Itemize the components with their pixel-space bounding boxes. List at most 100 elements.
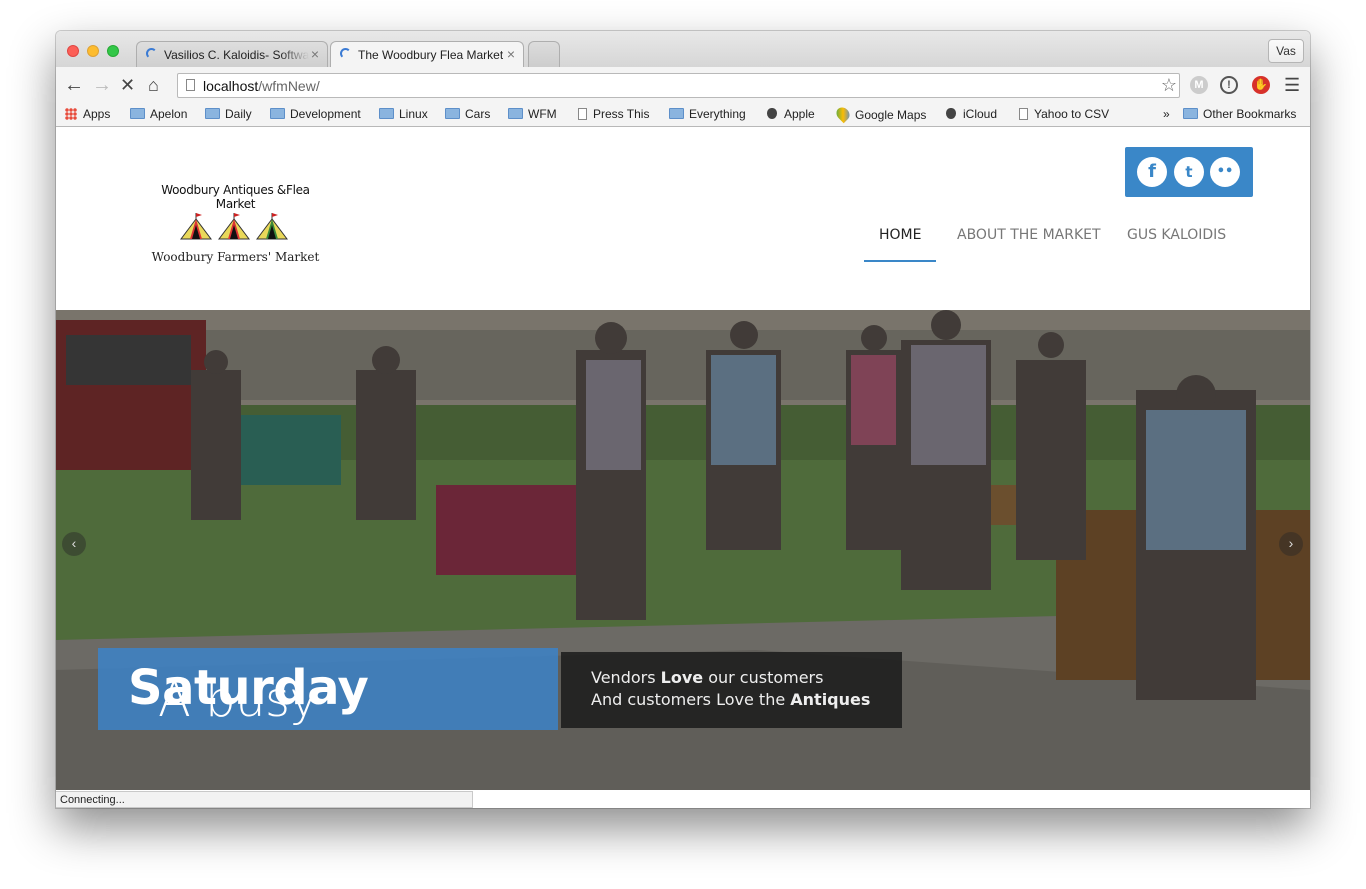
maps-pin-icon xyxy=(833,104,853,124)
bookmark-label: Google Maps xyxy=(855,108,927,122)
slider-prev-button[interactable]: ‹ xyxy=(62,532,86,556)
window-maximize-button[interactable] xyxy=(107,45,119,57)
nav-home[interactable]: HOME xyxy=(879,227,921,243)
window-close-button[interactable] xyxy=(67,45,79,57)
sub2-b: Antiques xyxy=(790,690,871,709)
sub1-a: Vendors xyxy=(591,668,661,687)
bookmark-linux[interactable]: Linux xyxy=(379,107,428,121)
nav-about-market[interactable]: ABOUT THE MARKET xyxy=(957,227,1101,243)
site-logo[interactable]: Woodbury Antiques &Flea Market Woodbury … xyxy=(148,183,323,264)
address-bar[interactable]: localhost/wfmNew/ ☆ xyxy=(177,73,1180,98)
menu-icon[interactable]: ☰ xyxy=(1284,73,1300,97)
twitter-icon[interactable]: t xyxy=(1174,157,1204,187)
hero-caption: A busy Saturday xyxy=(98,648,558,730)
tab-strip: Vasilios C. Kaloidis- Software × The Woo… xyxy=(56,31,1310,68)
bookmark-label: iCloud xyxy=(963,107,998,121)
url-path: /wfmNew/ xyxy=(258,78,320,94)
facebook-icon[interactable]: f xyxy=(1137,157,1167,187)
sub1-c: our customers xyxy=(703,668,824,687)
active-nav-indicator xyxy=(864,260,936,262)
folder-icon xyxy=(445,108,460,119)
bookmark-apps[interactable]: Apps xyxy=(65,107,110,121)
subcaption-line-2: And customers Love the Antiques xyxy=(591,690,870,709)
tab-title: The Woodbury Flea Market xyxy=(358,48,503,62)
apps-grid-icon xyxy=(65,108,77,120)
folder-icon xyxy=(270,108,285,119)
folder-icon xyxy=(1183,108,1198,119)
bookmark-yahoo-csv[interactable]: Yahoo to CSV xyxy=(1019,107,1109,121)
nav-gus-kaloidis[interactable]: GUS KALOIDIS xyxy=(1127,227,1226,243)
bookmark-apelon[interactable]: Apelon xyxy=(130,107,187,121)
caption-light: A busy xyxy=(158,672,318,728)
folder-icon xyxy=(379,108,394,119)
folder-icon xyxy=(130,108,145,119)
url-host: localhost xyxy=(203,78,259,94)
extension-m-icon[interactable]: M xyxy=(1190,76,1208,94)
bookmark-other[interactable]: Other Bookmarks xyxy=(1183,107,1296,121)
hero-slider: ‹ › A busy Saturday Vendors Love our cus… xyxy=(56,310,1310,790)
new-tab-button[interactable] xyxy=(528,41,560,67)
bookmarks-bar: Apps Apelon Daily Development Linux Cars… xyxy=(56,103,1310,127)
bookmark-label: Yahoo to CSV xyxy=(1034,107,1110,121)
hero-subcaption: Vendors Love our customers And customers… xyxy=(561,652,902,728)
back-icon[interactable]: ← xyxy=(64,73,84,97)
bookmark-star-icon[interactable]: ☆ xyxy=(1161,75,1177,96)
social-links: f t •• xyxy=(1125,147,1253,197)
sub2-a: And customers Love the xyxy=(591,690,791,709)
status-bar: Connecting... xyxy=(56,791,473,808)
bookmark-label: Other Bookmarks xyxy=(1203,107,1297,121)
bookmark-development[interactable]: Development xyxy=(270,107,361,121)
page-icon xyxy=(186,79,195,91)
home-icon[interactable]: ⌂ xyxy=(148,73,159,97)
bookmark-icloud[interactable]: iCloud xyxy=(946,107,997,121)
flickr-icon[interactable]: •• xyxy=(1210,157,1240,187)
loading-icon xyxy=(340,48,351,59)
bookmark-label: Linux xyxy=(399,107,428,121)
bookmark-label: Daily xyxy=(225,107,252,121)
bookmark-wfm[interactable]: WFM xyxy=(508,107,557,121)
tab-close-icon[interactable]: × xyxy=(507,46,515,62)
bookmark-label: Everything xyxy=(689,107,746,121)
adblock-icon[interactable]: ✋ xyxy=(1252,76,1270,94)
web-page: Woodbury Antiques &Flea Market Woodbury … xyxy=(56,127,1310,808)
page-icon xyxy=(578,108,587,120)
bookmark-label: WFM xyxy=(528,107,557,121)
folder-icon xyxy=(669,108,684,119)
bookmark-daily[interactable]: Daily xyxy=(205,107,252,121)
apple-icon xyxy=(946,108,956,119)
tab-title: Vasilios C. Kaloidis- Software xyxy=(164,48,309,62)
subcaption-line-1: Vendors Love our customers xyxy=(591,668,823,687)
forward-icon[interactable]: → xyxy=(92,73,112,97)
bookmark-label: Apps xyxy=(83,107,111,121)
tab-close-icon[interactable]: × xyxy=(311,46,319,62)
stop-icon[interactable]: ✕ xyxy=(120,73,135,97)
tab-woodbury[interactable]: The Woodbury Flea Market × xyxy=(330,41,524,68)
sub1-b: Love xyxy=(660,668,704,687)
logo-line-2: Woodbury Farmers' Market xyxy=(151,250,320,264)
url-text[interactable]: localhost/wfmNew/ xyxy=(203,78,320,94)
window-minimize-button[interactable] xyxy=(87,45,99,57)
bookmark-label: Apple xyxy=(784,107,815,121)
bookmark-label: Cars xyxy=(465,107,491,121)
bookmark-apple[interactable]: Apple xyxy=(767,107,815,121)
toolbar: ← → ✕ ⌂ localhost/wfmNew/ ☆ M ! ✋ ☰ xyxy=(56,67,1310,103)
slider-next-button[interactable]: › xyxy=(1279,532,1303,556)
loading-icon xyxy=(146,48,157,59)
hero-caption-text: A busy Saturday xyxy=(128,660,369,728)
page-icon xyxy=(1019,108,1028,120)
bookmark-everything[interactable]: Everything xyxy=(669,107,746,121)
bookmark-cars[interactable]: Cars xyxy=(445,107,490,121)
info-extension-icon[interactable]: ! xyxy=(1220,76,1238,94)
bookmark-google-maps[interactable]: Google Maps xyxy=(833,104,927,124)
bookmark-press-this[interactable]: Press This xyxy=(578,107,649,121)
bookmarks-overflow[interactable]: » xyxy=(1163,107,1170,121)
bookmark-label: Apelon xyxy=(150,107,188,121)
tents-icon xyxy=(179,213,288,240)
tab-vasilios[interactable]: Vasilios C. Kaloidis- Software × xyxy=(136,41,328,67)
logo-line-1: Woodbury Antiques &Flea Market xyxy=(161,183,310,211)
folder-icon xyxy=(205,108,220,119)
apple-icon xyxy=(767,108,777,119)
profile-button[interactable]: Vas xyxy=(1268,39,1304,63)
folder-icon xyxy=(508,108,523,119)
browser-window: Vasilios C. Kaloidis- Software × The Woo… xyxy=(56,31,1310,808)
